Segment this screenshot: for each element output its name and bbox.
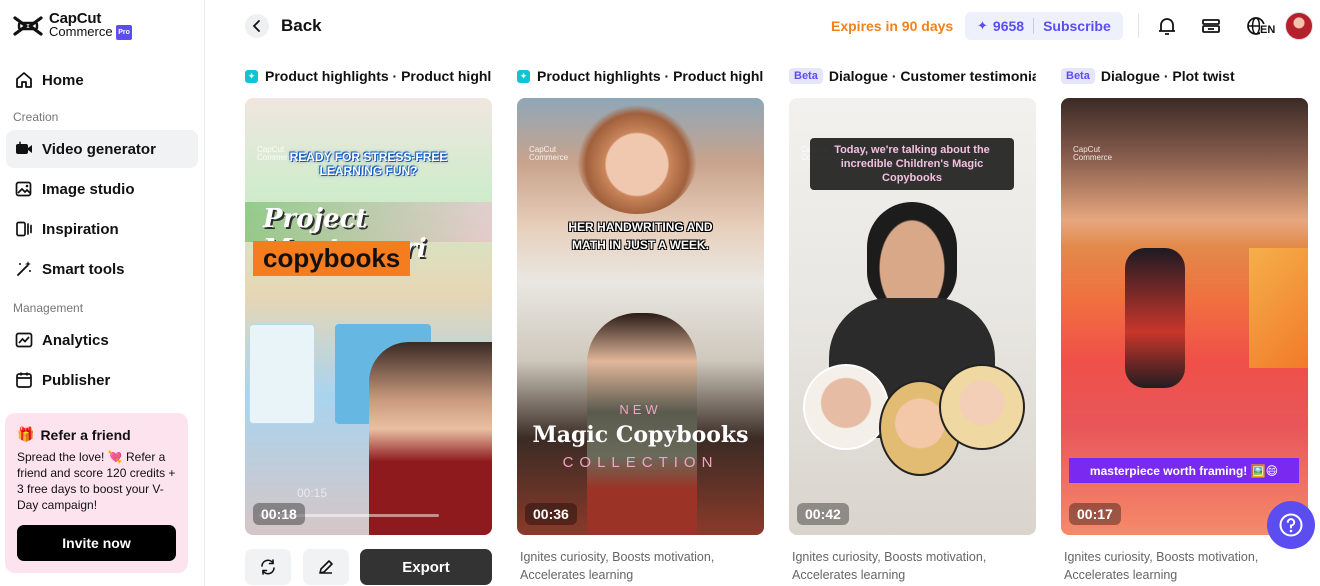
refer-body: Spread the love! 💘 Refer a friend and sc… xyxy=(17,450,176,512)
main-content: Back Expires in 90 days ✦ 9658 Subscribe… xyxy=(205,0,1320,586)
video-generator-icon xyxy=(16,141,32,154)
video-thumbnail[interactable]: CapCutCommerce Today, we're talking abou… xyxy=(789,98,1036,535)
card-actions: Export xyxy=(245,549,492,585)
back-button[interactable] xyxy=(245,14,269,38)
nav-home[interactable]: Home xyxy=(6,61,198,99)
refresh-icon xyxy=(261,559,275,575)
gift-icon: 🎁 xyxy=(17,426,35,442)
edit-button[interactable] xyxy=(303,549,349,585)
refer-title: Refer a friend xyxy=(40,426,131,443)
inbox-stack-icon[interactable] xyxy=(1198,13,1224,39)
image-studio-icon xyxy=(15,181,32,197)
card-title: Dialogue · Plot twist xyxy=(1100,68,1235,84)
duration-badge: 00:17 xyxy=(1069,503,1121,525)
calendar-icon xyxy=(16,372,32,388)
section-creation: Creation xyxy=(13,110,59,124)
sidebar: CapCut Commerce Pro Home Creation Video … xyxy=(0,0,205,586)
player-time: 00:15 xyxy=(297,486,328,500)
expiry-notice: Expires in 90 days xyxy=(831,18,954,34)
pencil-icon xyxy=(319,560,333,574)
analytics-icon xyxy=(15,332,33,348)
capcut-watermark: CapCutCommerce xyxy=(1073,145,1113,162)
language-globe-icon[interactable]: EN xyxy=(1242,13,1276,39)
help-icon xyxy=(1279,513,1303,537)
inspiration-icon xyxy=(16,221,32,237)
duration-badge: 00:18 xyxy=(253,503,305,525)
thumb-headline-2: Magic Copybooks xyxy=(532,422,749,448)
nav-video-generator[interactable]: Video generator xyxy=(6,130,198,168)
beta-badge: Beta xyxy=(1061,68,1095,84)
video-card-1[interactable]: ✦ Product highlights · Product highl... … xyxy=(245,66,492,535)
magic-wand-icon xyxy=(17,261,31,276)
nav-publisher[interactable]: Publisher xyxy=(6,361,198,399)
nav-inspiration[interactable]: Inspiration xyxy=(6,210,198,248)
card-title: Product highlights · Product highl... xyxy=(537,68,764,84)
refer-a-friend-card: 🎁 Refer a friend Spread the love! 💘 Refe… xyxy=(5,413,188,573)
video-card-3[interactable]: Beta Dialogue · Customer testimonial Cap… xyxy=(789,66,1036,584)
user-avatar[interactable] xyxy=(1285,12,1313,40)
app-root: CapCut Commerce Pro Home Creation Video … xyxy=(0,0,1320,586)
card-title: Dialogue · Customer testimonial xyxy=(828,68,1036,84)
thumb-headline-2: copybooks xyxy=(253,241,411,276)
section-management: Management xyxy=(13,301,84,315)
thumb-caption: masterpiece worth framing! 🖼️😄 xyxy=(1069,458,1299,483)
help-button[interactable] xyxy=(1267,501,1315,549)
credits-subscribe-pill[interactable]: ✦ 9658 Subscribe xyxy=(965,12,1123,40)
regenerate-button[interactable] xyxy=(245,549,291,585)
sparkle-badge-icon: ✦ xyxy=(517,69,530,83)
video-thumbnail[interactable]: CapCut Commerce HER HANDWRITING AND MATH … xyxy=(517,98,764,535)
video-thumbnail[interactable]: CapCut Commerce masterpiece worth framing… xyxy=(1061,98,1308,535)
nav-image-studio[interactable]: Image studio xyxy=(6,170,198,208)
invite-now-button[interactable]: Invite now xyxy=(17,525,176,561)
nav-smart-tools[interactable]: Smart tools xyxy=(6,250,198,288)
language-code: EN xyxy=(1260,24,1276,36)
chevron-left-icon xyxy=(252,20,260,32)
video-card-2[interactable]: ✦ Product highlights · Product highl... … xyxy=(517,66,764,584)
home-icon xyxy=(16,72,32,88)
capcut-logo-icon xyxy=(13,16,43,36)
back-label[interactable]: Back xyxy=(281,16,322,36)
thumb-caption: Today, we're talking about the incredibl… xyxy=(810,138,1014,190)
thumb-headline-3: COLLECTION xyxy=(562,454,719,471)
card-description: Ignites curiosity, Boosts motivation, Ac… xyxy=(520,550,715,582)
subscribe-link[interactable]: Subscribe xyxy=(1043,18,1111,34)
sparkle-badge-icon: ✦ xyxy=(245,69,258,83)
card-description: Ignites curiosity, Boosts motivation, Ac… xyxy=(792,550,987,582)
card-description: Ignites curiosity, Boosts motivation, Ac… xyxy=(1064,550,1259,582)
card-title: Product highlights · Product highl... xyxy=(265,68,492,84)
duration-badge: 00:36 xyxy=(525,503,577,525)
pro-badge: Pro xyxy=(116,25,132,40)
export-button[interactable]: Export xyxy=(360,549,492,585)
sparkle-icon: ✦ xyxy=(977,18,988,33)
brand-name: CapCut Commerce Pro xyxy=(49,10,132,40)
capcut-watermark: CapCutCommerce xyxy=(529,145,569,162)
duration-badge: 00:42 xyxy=(797,503,849,525)
thumb-headline: NEW xyxy=(619,402,662,417)
brand-logo[interactable]: CapCut Commerce Pro xyxy=(6,0,198,52)
beta-badge: Beta xyxy=(789,68,823,84)
video-card-4[interactable]: Beta Dialogue · Plot twist CapCut Commerc… xyxy=(1061,66,1308,584)
notification-bell-icon[interactable] xyxy=(1154,13,1180,39)
credit-count: 9658 xyxy=(992,18,1025,34)
video-thumbnail[interactable]: CapCut Commerce READY FOR STRESS-FREE LEA… xyxy=(245,98,492,535)
nav-analytics[interactable]: Analytics xyxy=(6,321,198,359)
